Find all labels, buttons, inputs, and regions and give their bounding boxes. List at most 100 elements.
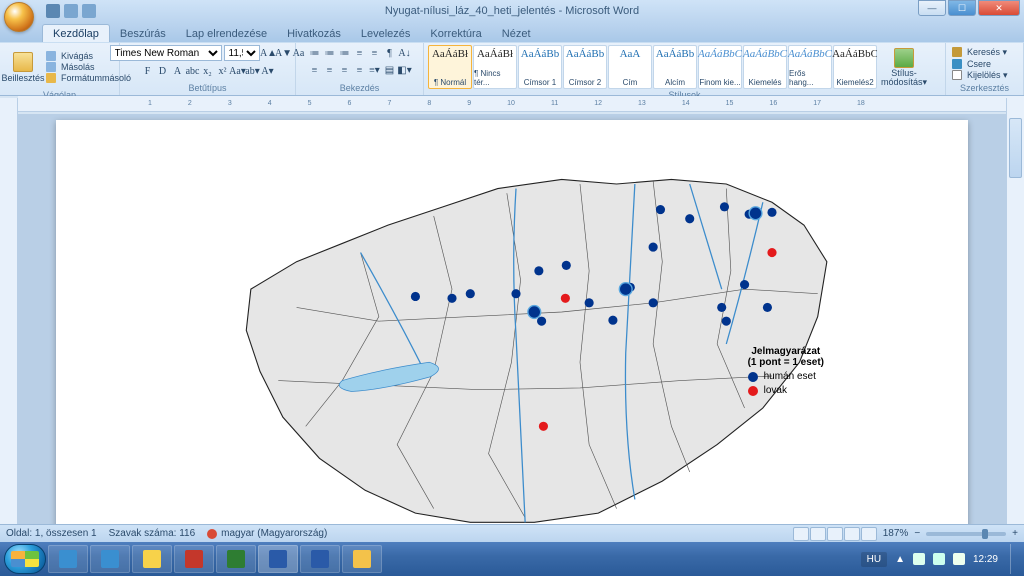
style-kiemel-s[interactable]: AaÁáBbCKiemelés bbox=[743, 45, 787, 89]
task-explorer[interactable] bbox=[132, 545, 172, 573]
para-a-0[interactable]: ≔ bbox=[308, 46, 322, 60]
para-b-0[interactable]: ≡ bbox=[308, 63, 322, 77]
scroll-thumb[interactable] bbox=[1009, 118, 1022, 178]
para-a-6[interactable]: A↓ bbox=[398, 46, 412, 60]
save-icon[interactable] bbox=[46, 4, 60, 18]
zoom-knob[interactable] bbox=[982, 529, 988, 539]
font-fmt-1[interactable]: D bbox=[156, 64, 170, 78]
word-count[interactable]: Szavak száma: 116 bbox=[109, 528, 196, 539]
font-fmt-0[interactable]: F bbox=[141, 64, 155, 78]
zoom-slider[interactable] bbox=[926, 532, 1006, 536]
para-b-3[interactable]: ≡ bbox=[353, 63, 367, 77]
zoom-out-button[interactable]: − bbox=[914, 528, 920, 539]
para-b-4[interactable]: ≡▾ bbox=[368, 63, 382, 77]
network-icon[interactable] bbox=[933, 553, 945, 565]
font-name-select[interactable]: Times New Roman bbox=[110, 45, 222, 61]
web-view-button[interactable] bbox=[827, 527, 843, 541]
draft-view-button[interactable] bbox=[861, 527, 877, 541]
para-a-5[interactable]: ¶ bbox=[383, 46, 397, 60]
replace-button[interactable]: Csere bbox=[950, 59, 1012, 69]
tab-beszúrás[interactable]: Beszúrás bbox=[110, 25, 176, 42]
style-er-s-hang-[interactable]: AaÁáBbCErős hang... bbox=[788, 45, 832, 89]
tab-korrektúra[interactable]: Korrektúra bbox=[420, 25, 491, 42]
document-area[interactable]: Jelmagyarázat(1 pont = 1 eset) humán ese… bbox=[18, 114, 1006, 556]
style-c-m[interactable]: AaACím bbox=[608, 45, 652, 89]
font-fmt-4[interactable]: x₂ bbox=[201, 64, 215, 78]
task-word2[interactable] bbox=[300, 545, 340, 573]
paste-button[interactable]: Beillesztés bbox=[4, 45, 42, 89]
tab-kezdőlap[interactable]: Kezdőlap bbox=[42, 24, 110, 42]
taskbar: HU ▲ 12:29 bbox=[0, 542, 1024, 576]
legend-horse-label: lovak bbox=[764, 385, 787, 396]
group-para-label: Bekezdés bbox=[300, 82, 419, 93]
horizontal-ruler[interactable]: 123456789101112131415161718 bbox=[18, 96, 1024, 112]
volume-icon[interactable] bbox=[953, 553, 965, 565]
scissors-icon bbox=[46, 51, 56, 61]
style-alc-m[interactable]: AaÁáBbAlcím bbox=[653, 45, 697, 89]
tab-nézet[interactable]: Nézet bbox=[492, 25, 541, 42]
vertical-scrollbar[interactable] bbox=[1006, 98, 1024, 556]
font-fmt-3[interactable]: abc bbox=[186, 64, 200, 78]
style-c-msor-1[interactable]: AaÁáBbCímsor 1 bbox=[518, 45, 562, 89]
brush-icon bbox=[46, 73, 56, 83]
minimize-button[interactable]: — bbox=[918, 0, 946, 16]
change-styles-button[interactable]: Stílus- módosítás▾ bbox=[879, 45, 929, 89]
ie2-icon bbox=[101, 550, 119, 568]
style--norm-l[interactable]: AaÁáBł¶ Normál bbox=[428, 45, 472, 89]
quick-access-toolbar bbox=[46, 4, 96, 18]
font-fmt-6[interactable]: Aa▾ bbox=[231, 64, 245, 78]
task-excel[interactable] bbox=[216, 545, 256, 573]
para-a-1[interactable]: ≔ bbox=[323, 46, 337, 60]
para-b-6[interactable]: ◧▾ bbox=[398, 63, 412, 77]
task-ie2[interactable] bbox=[90, 545, 130, 573]
page-indicator[interactable]: Oldal: 1, összesen 1 bbox=[6, 528, 97, 539]
office-button[interactable] bbox=[4, 2, 34, 32]
para-b-2[interactable]: ≡ bbox=[338, 63, 352, 77]
start-button[interactable] bbox=[4, 544, 46, 574]
task-chrome[interactable] bbox=[342, 545, 382, 573]
font-size-select[interactable]: 11,5 bbox=[224, 45, 260, 61]
para-b-1[interactable]: ≡ bbox=[323, 63, 337, 77]
select-button[interactable]: Kijelölés ▾ bbox=[950, 70, 1012, 81]
style--nincs-t-r-[interactable]: AaÁáBł¶ Nincs tér... bbox=[473, 45, 517, 89]
tab-levelezés[interactable]: Levelezés bbox=[351, 25, 421, 42]
tab-lap elrendezése[interactable]: Lap elrendezése bbox=[176, 25, 277, 42]
explorer-icon bbox=[143, 550, 161, 568]
vertical-ruler[interactable] bbox=[0, 98, 18, 556]
zoom-level[interactable]: 187% bbox=[883, 528, 909, 539]
font-grow-0[interactable]: A▲ bbox=[262, 46, 276, 60]
font-fmt-7[interactable]: ab▾ bbox=[246, 64, 260, 78]
print-layout-view-button[interactable] bbox=[793, 527, 809, 541]
clock[interactable]: 12:29 bbox=[973, 554, 998, 565]
zoom-in-button[interactable]: + bbox=[1012, 528, 1018, 539]
find-button[interactable]: Keresés ▾ bbox=[950, 47, 1012, 58]
fullscreen-view-button[interactable] bbox=[810, 527, 826, 541]
show-desktop-button[interactable] bbox=[1010, 544, 1020, 574]
outline-view-button[interactable] bbox=[844, 527, 860, 541]
task-word[interactable] bbox=[258, 545, 298, 573]
task-adobe[interactable] bbox=[174, 545, 214, 573]
close-button[interactable]: ✕ bbox=[978, 0, 1020, 16]
style-c-msor-2[interactable]: AaÁáBbCímsor 2 bbox=[563, 45, 607, 89]
style-finom-kie-[interactable]: AaÁáBbCFinom kie... bbox=[698, 45, 742, 89]
font-grow-1[interactable]: A▼ bbox=[277, 46, 291, 60]
task-ie[interactable] bbox=[48, 545, 88, 573]
para-a-3[interactable]: ≡ bbox=[353, 46, 367, 60]
redo-icon[interactable] bbox=[82, 4, 96, 18]
input-language-indicator[interactable]: HU bbox=[861, 552, 887, 567]
font-fmt-8[interactable]: A▾ bbox=[261, 64, 275, 78]
tray-chevron-icon[interactable]: ▲ bbox=[895, 554, 905, 565]
style-kiemel-s2[interactable]: AaÁáBbCKiemelés2 bbox=[833, 45, 877, 89]
font-fmt-5[interactable]: x² bbox=[216, 64, 230, 78]
font-fmt-2[interactable]: A bbox=[171, 64, 185, 78]
para-a-4[interactable]: ≡ bbox=[368, 46, 382, 60]
tab-hivatkozás[interactable]: Hivatkozás bbox=[277, 25, 351, 42]
undo-icon[interactable] bbox=[64, 4, 78, 18]
maximize-button[interactable]: ☐ bbox=[948, 0, 976, 16]
para-a-2[interactable]: ≔ bbox=[338, 46, 352, 60]
styles-gallery[interactable]: AaÁáBł¶ NormálAaÁáBł¶ Nincs tér...AaÁáBb… bbox=[428, 45, 877, 89]
map-legend: Jelmagyarázat(1 pont = 1 eset) humán ese… bbox=[748, 346, 824, 396]
para-b-5[interactable]: ▤ bbox=[383, 63, 397, 77]
language-indicator[interactable]: magyar (Magyarország) bbox=[207, 528, 327, 539]
action-center-icon[interactable] bbox=[913, 553, 925, 565]
